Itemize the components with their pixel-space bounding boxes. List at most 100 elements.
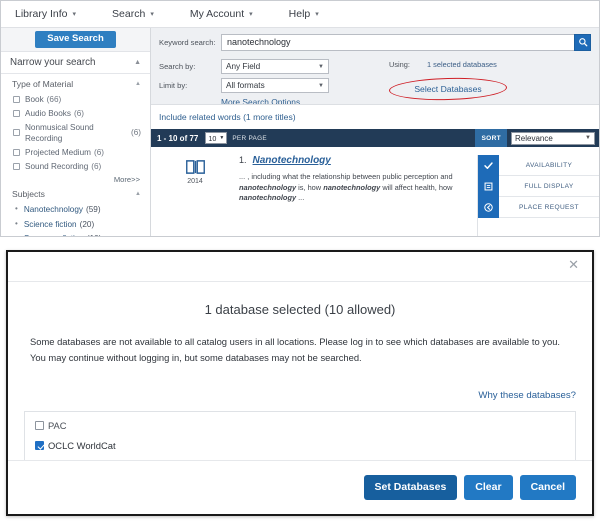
catalog-body: Save Search Narrow your search ▲ Type of… <box>1 28 599 236</box>
facet-list-subjects: • Nanotechnology (59) • Science fiction … <box>1 202 150 236</box>
menu-item-search[interactable]: Search ▾ <box>112 8 154 20</box>
dialog-note: Some databases are not available to all … <box>30 336 561 363</box>
facet-group-subjects-header[interactable]: Subjects ▲ <box>1 184 150 202</box>
sort-select[interactable]: Relevance ▼ <box>511 131 595 145</box>
snippet-lead: ... , including what the relationship be… <box>239 172 453 181</box>
page-root: Library Info ▾ Search ▾ My Account ▾ Hel… <box>0 0 600 522</box>
result-number: 1. <box>239 155 247 165</box>
narrow-your-search-label: Narrow your search <box>10 57 96 68</box>
facet-item-label: Nonmusical Sound Recording <box>25 122 94 143</box>
result-title-link[interactable]: Nanotechnology <box>253 155 331 166</box>
include-related-words-link[interactable]: Include related words (1 more titles) <box>159 112 296 122</box>
using-value: 1 selected databases <box>427 60 497 69</box>
check-icon <box>478 154 499 176</box>
chevron-down-icon: ▼ <box>318 63 324 70</box>
results-toolbar: 1 - 10 of 77 10 ▼ PER PAGE SORT Relevanc… <box>151 129 599 147</box>
request-arrow-icon <box>478 196 499 218</box>
search-by-row: Search by: Any Field ▼ <box>159 59 377 74</box>
document-icon <box>478 175 499 197</box>
sort-controls: SORT Relevance ▼ <box>475 129 599 147</box>
search-submit-button[interactable] <box>574 33 591 51</box>
chevron-down-icon: ▼ <box>318 82 324 89</box>
subject-item-label: Suspense fiction <box>24 233 84 236</box>
subject-item[interactable]: • Nanotechnology (59) <box>15 202 141 217</box>
snippet-tail: ... <box>296 193 305 203</box>
limit-by-row: Limit by: All formats ▼ <box>159 78 377 93</box>
bullet-icon: • <box>15 234 18 236</box>
per-page-select[interactable]: 10 ▼ <box>205 132 228 144</box>
subject-item[interactable]: • Suspense fiction (10) <box>15 232 141 236</box>
full-display-action[interactable]: FULL DISPLAY <box>478 175 599 197</box>
checkbox-icon[interactable] <box>13 162 20 170</box>
select-databases-dialog: ✕ 1 database selected (10 allowed) Some … <box>6 250 594 516</box>
dialog-header: ✕ <box>8 252 592 282</box>
result-title-line: 1. Nanotechnology <box>239 155 469 166</box>
close-icon[interactable]: ✕ <box>568 258 579 271</box>
availability-action[interactable]: AVAILABILITY <box>478 154 599 176</box>
chevron-up-icon: ▲ <box>134 59 141 66</box>
menu-item-label: Search <box>112 8 146 20</box>
facet-item[interactable]: Audio Books (6) <box>13 106 141 120</box>
facet-item-label: Book <box>25 94 44 104</box>
database-list: PAC OCLC WorldCat <box>24 410 576 461</box>
checkbox-icon[interactable] <box>13 109 20 117</box>
result-snippet: ... , including what the relationship be… <box>239 172 457 204</box>
database-option-pac[interactable]: PAC <box>35 420 565 431</box>
menu-item-help[interactable]: Help ▾ <box>289 8 319 20</box>
facet-item-count: (6) <box>73 108 84 118</box>
limit-by-label: Limit by: <box>159 81 188 90</box>
narrow-your-search-header[interactable]: Narrow your search ▲ <box>1 52 150 74</box>
checkbox-icon[interactable] <box>13 129 20 137</box>
keyword-search-input[interactable] <box>221 33 575 51</box>
result-year: 2014 <box>187 178 203 185</box>
facet-item-count: (66) <box>46 94 62 104</box>
checkbox-icon[interactable] <box>13 95 20 103</box>
facet-item-label: Projected Medium <box>25 147 91 157</box>
facet-item[interactable]: Projected Medium (6) <box>13 145 141 159</box>
subject-item[interactable]: • Science fiction (20) <box>15 217 141 232</box>
results-count-label: 1 - 10 of 77 <box>157 133 199 143</box>
facet-more-link[interactable]: More>> <box>1 173 150 184</box>
limit-by-select[interactable]: All formats ▼ <box>221 78 329 93</box>
per-page-label: PER PAGE <box>232 134 267 142</box>
save-search-button[interactable]: Save Search <box>35 31 116 48</box>
using-databases-row: Using: 1 selected databases <box>389 60 591 69</box>
facet-group-label: Subjects <box>12 189 45 200</box>
facet-group-type-of-material-header[interactable]: Type of Material ▲ <box>1 74 150 92</box>
checkbox-icon[interactable] <box>35 420 44 430</box>
bullet-icon: • <box>15 204 18 214</box>
snippet-mid: is, how <box>296 182 324 192</box>
chevron-down-icon: ▼ <box>219 135 225 141</box>
select-databases-wrap: Select Databases <box>388 76 508 102</box>
chevron-up-icon: ▲ <box>135 191 141 198</box>
cancel-button[interactable]: Cancel <box>519 475 576 500</box>
facet-item[interactable]: Nonmusical Sound Recording (6) <box>13 120 141 145</box>
database-option-label: OCLC WorldCat <box>48 439 116 451</box>
search-by-label: Search by: <box>159 62 196 71</box>
subject-item-count: (59) <box>86 205 101 215</box>
place-request-label: PLACE REQUEST <box>519 203 579 211</box>
snippet-keyword: nanotechnology <box>323 182 381 192</box>
menu-item-my-account[interactable]: My Account ▾ <box>190 8 253 20</box>
facet-item[interactable]: Sound Recording (6) <box>13 159 141 173</box>
search-by-select[interactable]: Any Field ▼ <box>221 59 329 74</box>
facet-item-label: Sound Recording <box>25 161 89 171</box>
checkbox-icon[interactable] <box>13 148 20 156</box>
place-request-action[interactable]: PLACE REQUEST <box>478 196 599 218</box>
select-databases-link[interactable]: Select Databases <box>414 84 481 94</box>
clear-button[interactable]: Clear <box>464 475 513 500</box>
sort-label: SORT <box>475 129 507 147</box>
facet-item[interactable]: Book (66) <box>13 92 141 106</box>
per-page-value: 10 <box>208 133 217 143</box>
checkbox-checked-icon[interactable] <box>35 440 44 450</box>
subject-item-label: Science fiction <box>23 219 77 229</box>
set-databases-button[interactable]: Set Databases <box>363 475 458 500</box>
database-option-oclc-worldcat[interactable]: OCLC WorldCat <box>35 440 565 451</box>
snippet-keyword: nanotechnology <box>239 182 297 192</box>
why-these-databases-link[interactable]: Why these databases? <box>478 390 576 401</box>
menu-item-label: My Account <box>189 8 245 20</box>
menu-item-library-info[interactable]: Library Info ▾ <box>15 8 76 20</box>
search-options-right: Using: 1 selected databases Select Datab… <box>377 59 591 107</box>
limit-by-value: All formats <box>226 81 265 90</box>
search-by-value: Any Field <box>226 62 261 71</box>
